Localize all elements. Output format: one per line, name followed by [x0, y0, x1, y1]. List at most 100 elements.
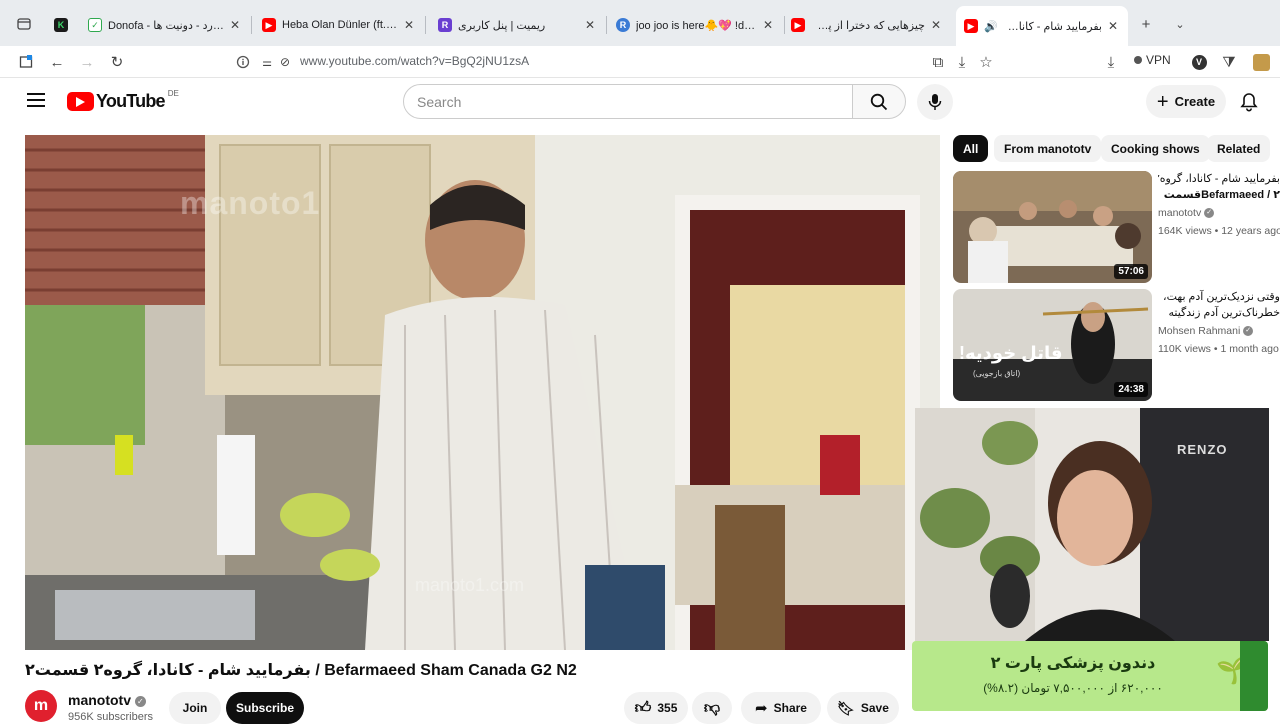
youtube-header: YouTube DE Search + Create: [0, 78, 1280, 126]
like-button[interactable]: 👍︎ 355: [624, 692, 688, 724]
tab-actions-icon[interactable]: [14, 14, 34, 34]
chip-related[interactable]: Related: [1207, 135, 1271, 162]
save-button[interactable]: 🔖︎ Save: [827, 692, 899, 724]
split-view-icon[interactable]: [16, 52, 36, 72]
tab-donofa[interactable]: ✓ Donofa - داشبورد - دونیت ها ✕: [80, 8, 250, 42]
microphone-icon: [928, 94, 942, 110]
video-meta: 164K views • 12 years ago: [1158, 225, 1280, 237]
tab-title: بفرمایید شام - کانادا، گرو: [1004, 20, 1102, 33]
vpn-label: VPN: [1146, 53, 1171, 67]
notifications-bell-icon[interactable]: [1240, 92, 1258, 117]
reymit-icon: R: [616, 18, 630, 32]
voice-search-button[interactable]: [917, 84, 953, 120]
share-button[interactable]: ➦ Share: [741, 692, 821, 724]
install-app-icon[interactable]: ⧉: [928, 52, 948, 72]
video-title-line[interactable]: بفرمایید شام - کانادا، گروه۲: [1158, 171, 1280, 187]
close-icon[interactable]: ✕: [929, 18, 943, 32]
close-icon[interactable]: ✕: [583, 18, 597, 32]
video-title-line[interactable]: وقتی نزدیک‌ترین آدم بهت،: [1158, 289, 1280, 305]
forward-icon[interactable]: →: [77, 52, 97, 72]
view-count: 164K views: [1158, 225, 1212, 237]
extensions-icon[interactable]: ⧩: [1219, 52, 1239, 72]
back-icon[interactable]: ←: [47, 52, 67, 72]
tab-chizhayi[interactable]: ▶ چیزهایی که دخترا از پسرا میپرس ✕: [783, 8, 951, 42]
new-tab-icon[interactable]: +: [1136, 14, 1156, 34]
tab-title: ریمیت | پنل کاربری: [458, 19, 546, 32]
save-label: Save: [860, 701, 889, 715]
search-input[interactable]: Search: [403, 84, 853, 119]
video-frame: [25, 135, 940, 650]
youtube-icon: ▶: [262, 18, 276, 32]
profile-avatar-icon[interactable]: [1251, 52, 1271, 72]
chip-cooking-shows[interactable]: Cooking shows: [1101, 135, 1210, 162]
channel-name-row[interactable]: Mohsen Rahmani ✓: [1158, 325, 1280, 337]
tab-remit[interactable]: R ریمیت | پنل کاربری ✕: [430, 8, 605, 42]
webcam-overlay: RENZO: [915, 408, 1269, 641]
k-site-icon: K: [54, 18, 68, 32]
chip-label: From manototv: [1004, 141, 1092, 156]
upload-age: 1 month ago: [1220, 343, 1279, 355]
goal-progress: ۶۲۰,۰۰۰ از ۷,۵۰۰,۰۰۰ تومان (۸.۲%): [983, 681, 1163, 695]
thumbs-down-icon: 👎︎: [703, 699, 721, 717]
close-icon[interactable]: ✕: [761, 18, 775, 32]
vpn-v-icon[interactable]: V: [1189, 52, 1209, 72]
chevron-down-icon[interactable]: ⌄: [1170, 14, 1190, 34]
video-player[interactable]: manoto1 manoto1.com: [25, 135, 940, 650]
donation-goal-banner: دندون پزشکی پارت ۲ ۶۲۰,۰۰۰ از ۷,۵۰۰,۰۰۰ …: [912, 641, 1268, 711]
bookmark-star-icon[interactable]: ☆: [976, 52, 996, 72]
channel-name-row[interactable]: manototv ✓: [1158, 207, 1280, 219]
tracking-off-icon[interactable]: ⊘: [275, 52, 295, 72]
youtube-logo[interactable]: YouTube DE: [67, 89, 179, 112]
share-label: Share: [773, 701, 807, 715]
thumbs-up-icon: 👍︎: [634, 699, 652, 717]
like-count: 355: [657, 701, 678, 715]
url-field[interactable]: www.youtube.com/watch?v=BgQ2jNU1zsA: [300, 54, 529, 68]
channel-name: manototv: [1158, 207, 1202, 219]
channel-name: Mohsen Rahmani: [1158, 325, 1241, 337]
create-button[interactable]: + Create: [1146, 85, 1226, 118]
recommended-video[interactable]: 57:06 بفرمایید شام - کانادا، گروه۲ Befar…: [953, 171, 1280, 283]
join-button[interactable]: Join: [169, 692, 221, 724]
video-thumbnail[interactable]: 57:06: [953, 171, 1152, 283]
menu-icon[interactable]: [27, 93, 45, 107]
site-info-icon[interactable]: [233, 52, 253, 72]
download-page-icon[interactable]: ⤓: [952, 52, 972, 72]
youtube-play-logo-icon: [67, 92, 94, 111]
channel-name-row[interactable]: manototv ✓: [68, 692, 146, 708]
chip-from-channel[interactable]: From manototv: [994, 135, 1102, 162]
speaker-icon[interactable]: 🔊: [984, 20, 998, 33]
tab-joojoo[interactable]: R joo joo is here🐥💖 !donate ✕: [608, 8, 783, 42]
tab-k-site[interactable]: K: [46, 8, 76, 42]
logo-text: YouTube: [96, 91, 166, 111]
view-count: 110K views: [1158, 343, 1211, 355]
tune-icon[interactable]: ⚌: [257, 52, 277, 72]
downloads-icon[interactable]: ⤓: [1101, 52, 1121, 72]
chip-label: Related: [1217, 141, 1261, 156]
join-label: Join: [182, 701, 208, 715]
tab-befarmaeed-active[interactable]: ▶ 🔊 بفرمایید شام - کانادا، گرو ✕: [956, 6, 1128, 46]
video-title: بفرمایید شام - کانادا، گروه۲ قسمت۲ / Bef…: [25, 662, 577, 679]
close-icon[interactable]: ✕: [402, 18, 416, 32]
video-title-line[interactable]: Befarmaeed / ۲قسمت: [1158, 187, 1280, 203]
close-icon[interactable]: ✕: [1106, 19, 1120, 33]
vpn-toggle[interactable]: VPN: [1134, 53, 1171, 67]
duration-badge: 24:38: [1114, 382, 1148, 397]
tab-heba[interactable]: ▶ Heba Olan Dünler (ft. Berrin) ✕: [254, 8, 424, 42]
dislike-button[interactable]: 👎︎: [692, 692, 732, 724]
youtube-icon: ▶: [791, 18, 805, 32]
video-thumbnail[interactable]: قاتل خودیه! (اتاق بازجویی) 24:38: [953, 289, 1152, 401]
recommended-video[interactable]: قاتل خودیه! (اتاق بازجویی) 24:38 وقتی نز…: [953, 289, 1280, 401]
chip-all[interactable]: All: [953, 135, 989, 162]
remit-icon: R: [438, 18, 452, 32]
search-button[interactable]: [852, 84, 906, 119]
tab-title: Heba Olan Dünler (ft. Berrin): [282, 19, 398, 31]
reload-icon[interactable]: ↻: [107, 52, 127, 72]
channel-avatar[interactable]: m: [25, 690, 57, 722]
tab-title: چیزهایی که دخترا از پسرا میپرس: [811, 19, 925, 32]
video-title-line[interactable]: خطرناک‌ترین آدم زندگیته: [1158, 305, 1280, 321]
subscribe-button[interactable]: Subscribe: [226, 692, 304, 724]
share-icon: ➦: [755, 700, 768, 717]
channel-watermark: manoto1: [180, 185, 321, 221]
video-meta: 110K views • 1 month ago: [1158, 343, 1279, 355]
close-icon[interactable]: ✕: [228, 18, 242, 32]
